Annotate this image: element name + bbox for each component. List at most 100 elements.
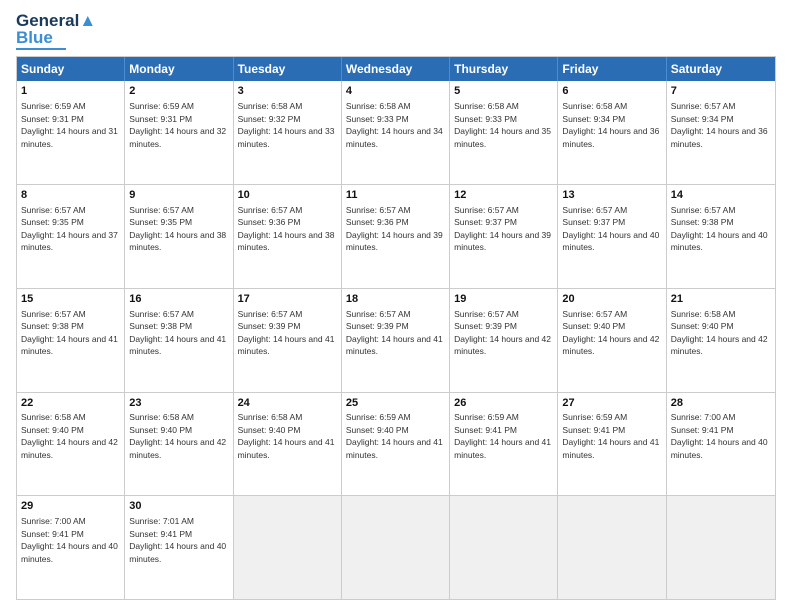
- table-row: 18 Sunrise: 6:57 AM Sunset: 9:39 PM Dayl…: [342, 289, 450, 392]
- sunset-text: Sunset: 9:38 PM: [671, 217, 734, 227]
- sunrise-text: Sunrise: 6:58 AM: [21, 412, 86, 422]
- daylight-label: Daylight: 14 hours and 42 minutes.: [21, 437, 118, 459]
- table-row: 9 Sunrise: 6:57 AM Sunset: 9:35 PM Dayli…: [125, 185, 233, 288]
- daylight-label: Daylight: 14 hours and 32 minutes.: [129, 126, 226, 148]
- daylight-label: Daylight: 14 hours and 33 minutes.: [238, 126, 335, 148]
- sunrise-text: Sunrise: 7:00 AM: [21, 516, 86, 526]
- sunrise-text: Sunrise: 6:57 AM: [562, 309, 627, 319]
- table-row: 25 Sunrise: 6:59 AM Sunset: 9:40 PM Dayl…: [342, 393, 450, 496]
- daylight-label: Daylight: 14 hours and 41 minutes.: [346, 334, 443, 356]
- table-row: 14 Sunrise: 6:57 AM Sunset: 9:38 PM Dayl…: [667, 185, 775, 288]
- sunset-text: Sunset: 9:32 PM: [238, 114, 301, 124]
- daylight-label: Daylight: 14 hours and 38 minutes.: [129, 230, 226, 252]
- sunrise-text: Sunrise: 6:58 AM: [671, 309, 736, 319]
- daylight-label: Daylight: 14 hours and 42 minutes.: [129, 437, 226, 459]
- table-row: [234, 496, 342, 599]
- table-row: 24 Sunrise: 6:58 AM Sunset: 9:40 PM Dayl…: [234, 393, 342, 496]
- sunset-text: Sunset: 9:40 PM: [238, 425, 301, 435]
- calendar-row: 29 Sunrise: 7:00 AM Sunset: 9:41 PM Dayl…: [17, 495, 775, 599]
- logo-line: [16, 48, 66, 50]
- day-number: 11: [346, 188, 445, 203]
- sunset-text: Sunset: 9:40 PM: [671, 321, 734, 331]
- sunrise-text: Sunrise: 6:59 AM: [562, 412, 627, 422]
- sunrise-text: Sunrise: 6:57 AM: [562, 205, 627, 215]
- sunset-text: Sunset: 9:35 PM: [129, 217, 192, 227]
- daylight-label: Daylight: 14 hours and 40 minutes.: [671, 437, 768, 459]
- header-tuesday: Tuesday: [234, 57, 342, 81]
- sunrise-text: Sunrise: 6:59 AM: [346, 412, 411, 422]
- day-number: 9: [129, 188, 228, 203]
- calendar-row: 22 Sunrise: 6:58 AM Sunset: 9:40 PM Dayl…: [17, 392, 775, 496]
- sunset-text: Sunset: 9:41 PM: [21, 529, 84, 539]
- sunset-text: Sunset: 9:37 PM: [562, 217, 625, 227]
- sunset-text: Sunset: 9:33 PM: [346, 114, 409, 124]
- table-row: [342, 496, 450, 599]
- calendar-row: 8 Sunrise: 6:57 AM Sunset: 9:35 PM Dayli…: [17, 184, 775, 288]
- day-number: 22: [21, 396, 120, 411]
- day-number: 17: [238, 292, 337, 307]
- day-number: 26: [454, 396, 553, 411]
- sunset-text: Sunset: 9:41 PM: [562, 425, 625, 435]
- sunset-text: Sunset: 9:39 PM: [238, 321, 301, 331]
- table-row: 2 Sunrise: 6:59 AM Sunset: 9:31 PM Dayli…: [125, 81, 233, 184]
- sunset-text: Sunset: 9:33 PM: [454, 114, 517, 124]
- day-number: 27: [562, 396, 661, 411]
- table-row: 1 Sunrise: 6:59 AM Sunset: 9:31 PM Dayli…: [17, 81, 125, 184]
- daylight-label: Daylight: 14 hours and 34 minutes.: [346, 126, 443, 148]
- calendar-row: 15 Sunrise: 6:57 AM Sunset: 9:38 PM Dayl…: [17, 288, 775, 392]
- sunset-text: Sunset: 9:40 PM: [562, 321, 625, 331]
- table-row: 10 Sunrise: 6:57 AM Sunset: 9:36 PM Dayl…: [234, 185, 342, 288]
- daylight-label: Daylight: 14 hours and 36 minutes.: [671, 126, 768, 148]
- table-row: 11 Sunrise: 6:57 AM Sunset: 9:36 PM Dayl…: [342, 185, 450, 288]
- table-row: 17 Sunrise: 6:57 AM Sunset: 9:39 PM Dayl…: [234, 289, 342, 392]
- table-row: 3 Sunrise: 6:58 AM Sunset: 9:32 PM Dayli…: [234, 81, 342, 184]
- sunset-text: Sunset: 9:39 PM: [346, 321, 409, 331]
- sunrise-text: Sunrise: 6:58 AM: [238, 412, 303, 422]
- table-row: 15 Sunrise: 6:57 AM Sunset: 9:38 PM Dayl…: [17, 289, 125, 392]
- daylight-label: Daylight: 14 hours and 36 minutes.: [562, 126, 659, 148]
- table-row: 5 Sunrise: 6:58 AM Sunset: 9:33 PM Dayli…: [450, 81, 558, 184]
- table-row: 13 Sunrise: 6:57 AM Sunset: 9:37 PM Dayl…: [558, 185, 666, 288]
- daylight-label: Daylight: 14 hours and 41 minutes.: [238, 437, 335, 459]
- table-row: 26 Sunrise: 6:59 AM Sunset: 9:41 PM Dayl…: [450, 393, 558, 496]
- table-row: 28 Sunrise: 7:00 AM Sunset: 9:41 PM Dayl…: [667, 393, 775, 496]
- table-row: [558, 496, 666, 599]
- day-number: 13: [562, 188, 661, 203]
- day-number: 16: [129, 292, 228, 307]
- header-thursday: Thursday: [450, 57, 558, 81]
- sunset-text: Sunset: 9:37 PM: [454, 217, 517, 227]
- header-monday: Monday: [125, 57, 233, 81]
- sunset-text: Sunset: 9:40 PM: [346, 425, 409, 435]
- daylight-label: Daylight: 14 hours and 31 minutes.: [21, 126, 118, 148]
- sunset-text: Sunset: 9:41 PM: [454, 425, 517, 435]
- header-wednesday: Wednesday: [342, 57, 450, 81]
- day-number: 18: [346, 292, 445, 307]
- table-row: 12 Sunrise: 6:57 AM Sunset: 9:37 PM Dayl…: [450, 185, 558, 288]
- day-number: 15: [21, 292, 120, 307]
- day-number: 6: [562, 84, 661, 99]
- sunset-text: Sunset: 9:35 PM: [21, 217, 84, 227]
- sunrise-text: Sunrise: 6:57 AM: [21, 309, 86, 319]
- sunrise-text: Sunrise: 6:57 AM: [346, 309, 411, 319]
- day-number: 3: [238, 84, 337, 99]
- table-row: 16 Sunrise: 6:57 AM Sunset: 9:38 PM Dayl…: [125, 289, 233, 392]
- sunrise-text: Sunrise: 6:58 AM: [454, 101, 519, 111]
- sunset-text: Sunset: 9:31 PM: [129, 114, 192, 124]
- sunrise-text: Sunrise: 6:57 AM: [238, 309, 303, 319]
- daylight-label: Daylight: 14 hours and 40 minutes.: [129, 541, 226, 563]
- header-friday: Friday: [558, 57, 666, 81]
- day-number: 30: [129, 499, 228, 514]
- sunrise-text: Sunrise: 6:57 AM: [129, 205, 194, 215]
- daylight-label: Daylight: 14 hours and 35 minutes.: [454, 126, 551, 148]
- calendar: Sunday Monday Tuesday Wednesday Thursday…: [16, 56, 776, 600]
- table-row: 4 Sunrise: 6:58 AM Sunset: 9:33 PM Dayli…: [342, 81, 450, 184]
- sunset-text: Sunset: 9:41 PM: [671, 425, 734, 435]
- daylight-label: Daylight: 14 hours and 40 minutes.: [562, 230, 659, 252]
- table-row: [450, 496, 558, 599]
- day-number: 2: [129, 84, 228, 99]
- sunset-text: Sunset: 9:36 PM: [346, 217, 409, 227]
- sunrise-text: Sunrise: 6:57 AM: [346, 205, 411, 215]
- day-number: 23: [129, 396, 228, 411]
- logo: General▲ Blue: [16, 12, 96, 50]
- sunrise-text: Sunrise: 6:57 AM: [129, 309, 194, 319]
